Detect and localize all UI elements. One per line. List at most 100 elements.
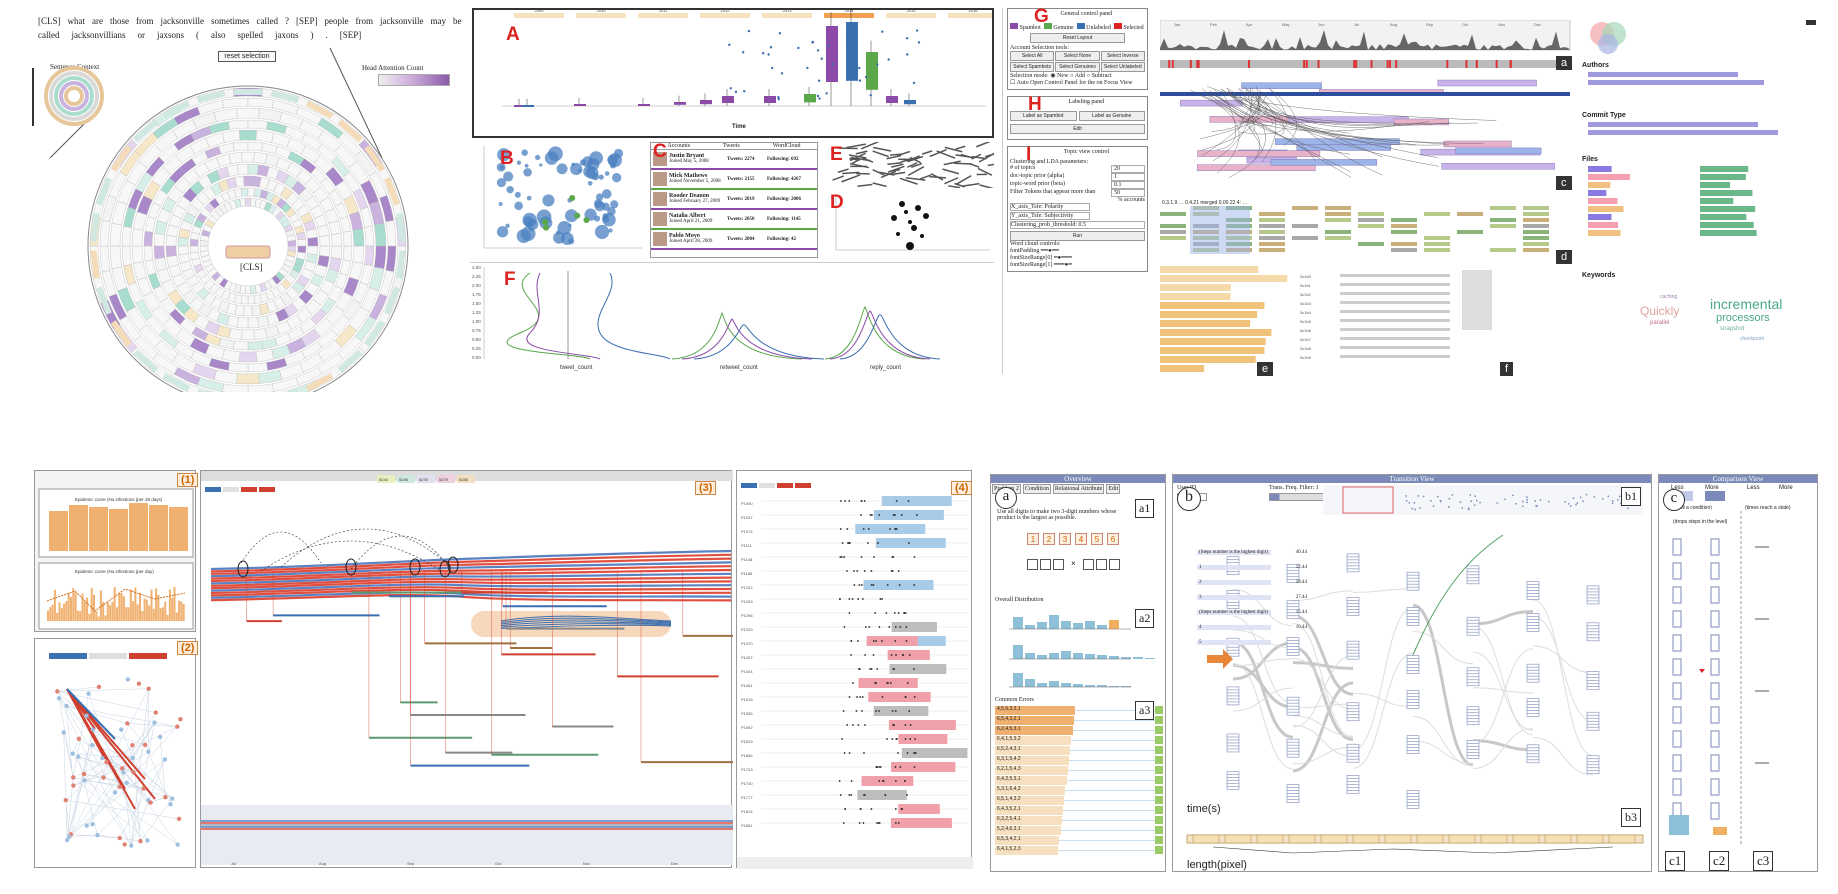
step-value: 27.44 [1295,595,1307,600]
tab-edit[interactable]: Edit [1106,484,1121,494]
selection-mode[interactable]: Selection mode: ◉ New ○ Add ○ Subtract [1010,72,1145,79]
commit-id: 3c1b1 [1300,283,1312,288]
keyword[interactable]: snapshot [1720,326,1744,332]
col-wordcloud[interactable]: WordCloud [773,143,801,149]
topic-dot [911,225,917,231]
run-button[interactable]: Run [1010,231,1145,241]
event-dot [848,598,851,600]
error-row[interactable]: 6,5,1,4,3,2 [995,795,1163,805]
digit-tile[interactable]: 5 [1091,533,1103,545]
minimap-dot [1504,498,1506,501]
outlier-point [743,89,746,93]
account-bubble [604,171,610,176]
font-size-max-slider[interactable]: fontSizeRange[1] ━━━●━ [1010,261,1145,268]
error-row[interactable]: 6,5,3,4,2,1 [995,835,1163,845]
select-button[interactable]: Select None [1055,51,1100,61]
y-axis-select[interactable]: Y_axis_Tsfe: Subjectivity [1010,212,1090,220]
param-input[interactable]: 20 [1111,165,1145,173]
month-label: Jun [1318,22,1324,27]
epi-day-bar [155,588,158,621]
keyword[interactable]: Quickly [1640,304,1679,318]
tab-relational[interactable]: Relational Attribute [1052,484,1105,494]
account-row[interactable]: Rooder Deanon Joined February 27, 2009 Twe… [651,190,817,210]
commit-id: 3c1b2 [1300,292,1312,297]
step-row[interactable]: 2 18.44 [1197,575,1307,590]
file-cell [1259,248,1285,252]
minimap-dot [1547,500,1550,503]
error-row[interactable]: 6,2,4,5,3,1 [995,725,1163,735]
error-row[interactable]: 6,4,2,5,3,1 [995,775,1163,785]
account-row[interactable]: Natalia Albert Joined April 21, 2009 Tweet… [651,210,817,230]
keyword[interactable]: processors [1716,312,1770,324]
digit-tile[interactable]: 4 [1075,533,1087,545]
commit-marker [1189,60,1192,68]
reset-layout-button[interactable]: Reset Layout [1030,33,1125,43]
select-button[interactable]: Select Inverse [1100,51,1145,61]
tree-row [1160,266,1259,273]
account-row[interactable]: Pablo Moyo Joined April 28, 2009 Tweets: 2… [651,230,817,250]
param-input[interactable]: 50 [1111,189,1145,197]
error-row[interactable]: 6,3,2,5,4,1 [995,815,1163,825]
select-button[interactable]: Select Spambots [1010,62,1055,72]
error-row[interactable]: 6,4,1,5,2,3 [995,845,1163,855]
epi-day-bar [97,616,100,621]
label-genuine-button[interactable]: Label as Genuine [1078,111,1145,121]
error-row[interactable]: 5,2,4,6,3,1 [995,825,1163,835]
event-dot [916,514,918,516]
minimap-dot [1413,502,1416,504]
account-row[interactable]: Justin Bryant Joined May 5, 2008 Tweets: 2… [651,150,817,170]
step-row[interactable]: (Steps number is the highest digit) 40.44 [1197,545,1307,560]
error-row[interactable]: 6,3,1,5,4,2 [995,755,1163,765]
digit-tile[interactable]: 3 [1059,533,1071,545]
error-row[interactable]: 6,2,1,5,4,3 [995,765,1163,775]
common-errors-list[interactable]: 4,5,6,3,2,1 6,5,4,3,2,1 6,2,4,5,3,1 6,4,1,5… [995,705,1163,855]
file-cell [1160,236,1186,240]
keyword[interactable]: parallel [1650,320,1669,326]
step-row[interactable]: 4 10.44 [1197,620,1307,635]
font-size-min-slider[interactable]: fontSizeRange[0] ━●━━━ [1010,254,1145,261]
answer-slots[interactable]: × [1027,559,1120,570]
step-row[interactable]: 1 12.44 [1197,560,1307,575]
digit-tile[interactable]: 2 [1043,533,1055,545]
col-tweets[interactable]: Tweets [723,143,740,149]
threshold-input[interactable]: Clustering_prob_threshold: 0.5 [1010,221,1145,229]
select-button[interactable]: Select Genuines [1055,62,1100,72]
col-accounts[interactable]: Accounts [667,143,690,149]
tab-condition[interactable]: Condition [1022,484,1051,494]
keyword-cloud[interactable]: incremental processors Quickly parallel snap… [1600,290,1800,350]
step-row[interactable]: (Steps number is the highest digit) 15.44 [1197,605,1307,620]
error-row[interactable]: 6,4,1,5,3,2 [995,735,1163,745]
file-cell [1358,212,1384,216]
label-b: B [500,148,514,169]
keyword[interactable]: caching [1660,294,1677,300]
step-row[interactable]: 3 27.44 [1197,590,1307,605]
distribution-bar [1085,621,1095,629]
param-input[interactable]: 1 [1111,173,1145,181]
digit-tile[interactable]: 1 [1027,533,1039,545]
year-label: 2012 [721,10,731,13]
event-dot [858,668,860,670]
edit-button[interactable]: Edit [1010,124,1145,134]
keyword[interactable]: checkpoint [1740,336,1764,342]
distribution-bar [1013,617,1023,629]
account-bubble [556,163,568,175]
x-axis-select[interactable]: X_axis_Tsfe: Polarity [1010,203,1090,211]
account-row[interactable]: Mick Mathews Joined November 5, 2008 Tweet… [651,170,817,190]
select-button[interactable]: Select Unlabeled [1100,62,1145,72]
error-row[interactable]: 6,4,3,5,2,1 [995,805,1163,815]
patient-node [71,783,76,788]
digit-tile[interactable]: 6 [1107,533,1119,545]
commit-id: 3c1b9 [1300,355,1312,360]
label-spambot-button[interactable]: Label as Spambot [1010,111,1077,121]
auto-open-checkbox[interactable]: ☐ Auto Open Control Panel for the on Foc… [1010,79,1145,86]
account-bubble [506,185,514,194]
keyword[interactable]: incremental [1710,296,1782,312]
attention-radial-chart[interactable] [30,8,464,392]
step-row[interactable]: 5 [1197,635,1307,650]
g-title: General control panel [1060,11,1113,17]
param-input[interactable]: 0.1 [1111,181,1145,189]
error-row[interactable]: 5,3,1,6,4,2 [995,785,1163,795]
error-row[interactable]: 6,5,2,4,3,1 [995,745,1163,755]
font-padding-slider[interactable]: fontPadding ━━●━━ [1010,247,1145,254]
select-button[interactable]: Select All [1010,51,1055,61]
